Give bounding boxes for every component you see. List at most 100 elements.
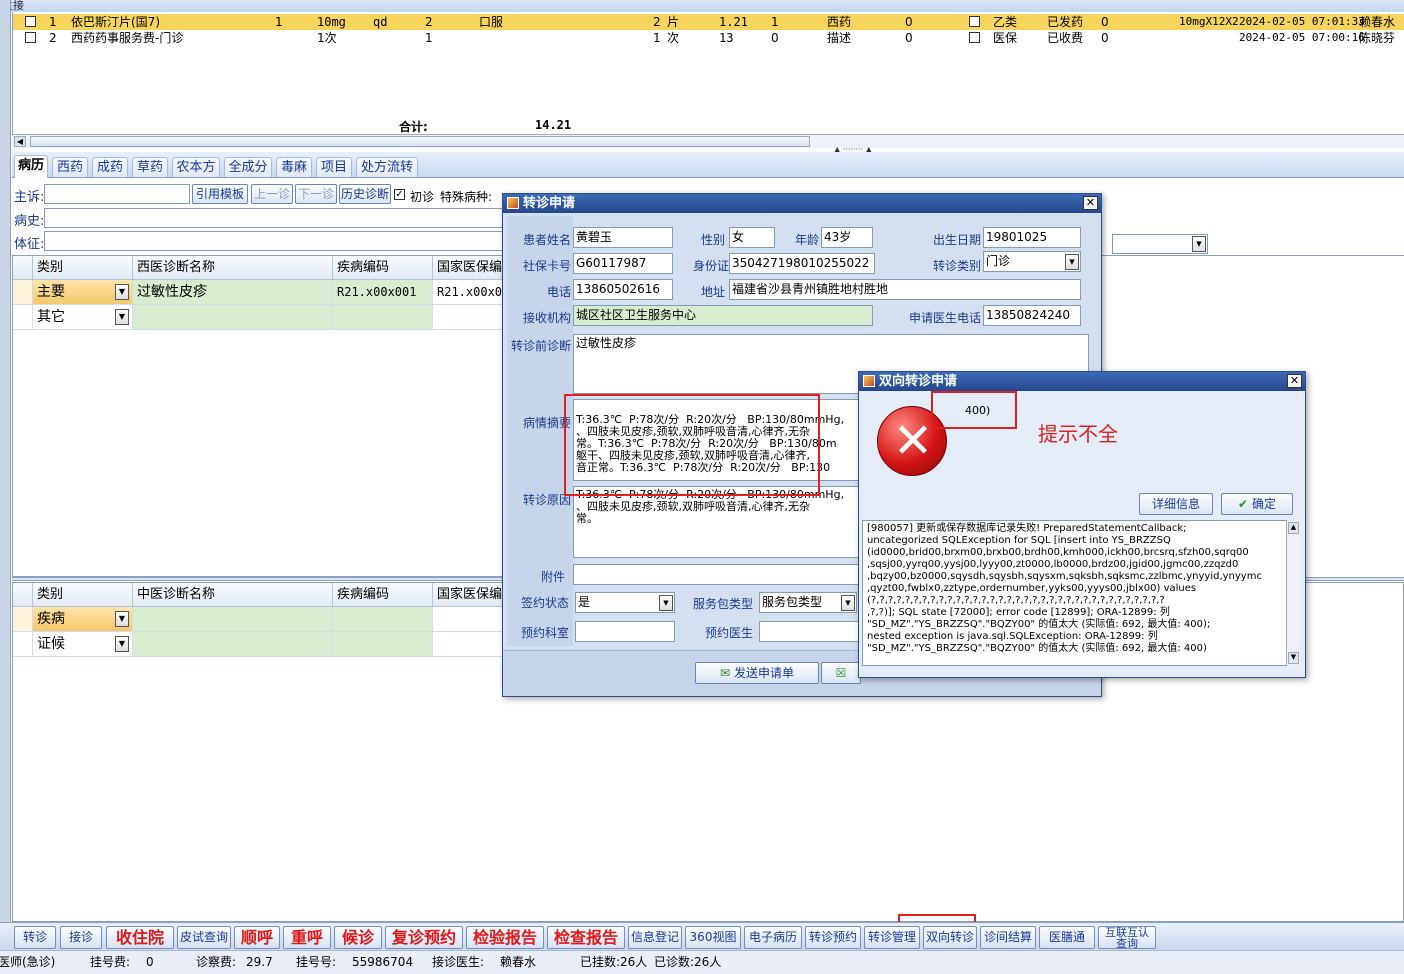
error-detail-text[interactable]: [980057] 更新或保存数据库记录失败! PreparedStatement… [862, 520, 1287, 666]
chevron-down-icon[interactable]: ▼ [1192, 236, 1206, 252]
two-way-referral-button[interactable]: 双向转诊 [923, 926, 977, 949]
lab-report-button[interactable]: 检验报告 [466, 926, 544, 949]
scroll-thumb[interactable] [30, 136, 810, 147]
scroll-up-arrow-icon[interactable]: ▲ [1288, 522, 1299, 534]
disease-code-cell[interactable] [333, 607, 433, 632]
next-visit-button[interactable]: 下一诊 [295, 184, 337, 204]
row-checkbox[interactable] [25, 32, 36, 43]
right-dropdown[interactable]: ▼ [1112, 234, 1208, 254]
table-row[interactable]: 1 依巴斯汀片(国7) 1 10mg qd 2 口服 2 片 1.21 1 西药… [13, 14, 1404, 30]
send-request-button[interactable]: ✉ 发送申请单 [695, 662, 819, 684]
ok-label: 确定 [1251, 497, 1276, 511]
status-role: 医师(急诊) [0, 955, 56, 969]
cancel-button[interactable]: ☒ [821, 662, 861, 684]
scroll-down-arrow-icon[interactable]: ▼ [1288, 652, 1299, 664]
chief-complaint-label: 主诉: [14, 190, 45, 205]
diagnosis-name-cell[interactable] [133, 632, 333, 657]
chevron-down-icon[interactable]: ▼ [115, 309, 129, 325]
exam-report-button[interactable]: 检查报告 [547, 926, 625, 949]
chevron-down-icon[interactable]: ▼ [115, 636, 129, 652]
chevron-down-icon[interactable]: ▼ [1065, 254, 1079, 270]
call-next-button[interactable]: 顺呼 [234, 926, 280, 949]
row-checkbox[interactable] [25, 16, 36, 27]
scroll-left-arrow-icon[interactable]: ◀ [14, 136, 26, 147]
chevron-down-icon[interactable]: ▼ [115, 284, 129, 300]
disease-code-cell[interactable]: R21.x00x001 [333, 280, 433, 305]
diagnosis-name-cell[interactable] [133, 607, 333, 632]
prev-visit-button[interactable]: 上一诊 [251, 184, 293, 204]
table-row[interactable]: 2 西药药事服务费-门诊 1次 1 1 次 13 0 描述 0 医保 已收费 0… [13, 30, 1404, 46]
sign-status-select[interactable]: 是 ▼ [575, 592, 675, 613]
chevron-down-icon[interactable]: ▼ [841, 595, 855, 611]
item-dose: 10mg [317, 15, 346, 29]
age-field[interactable]: 43岁 [821, 227, 873, 248]
item-days: 1 [425, 31, 433, 45]
appointment-doctor-field[interactable] [759, 621, 859, 642]
history-input[interactable] [44, 208, 504, 228]
left-sidebar-strip[interactable] [0, 0, 11, 950]
national-code-cell[interactable]: R21.x00x0 [433, 280, 505, 305]
follow-up-button[interactable]: 复诊预约 [385, 926, 463, 949]
tab-patent-drug[interactable]: 成药 [92, 157, 128, 177]
cite-template-button[interactable]: 引用模板 [192, 184, 248, 204]
clinic-settlement-button[interactable]: 诊间结算 [980, 926, 1036, 949]
tab-western-drug[interactable]: 西药 [52, 157, 88, 177]
mutual-recognition-button[interactable]: 互联互认 查询 [1098, 926, 1156, 949]
waiting-button[interactable]: 候诊 [334, 926, 382, 949]
referral-button[interactable]: 转诊 [14, 926, 56, 949]
row-checkbox-2[interactable] [969, 16, 980, 27]
emr-button[interactable]: 电子病历 [744, 926, 802, 949]
tab-full-ingredients[interactable]: 全成分 [224, 157, 272, 177]
address-field[interactable]: 福建省沙县青州镇胜地村胜地 [729, 279, 1081, 300]
attachment-label: 附件 [540, 570, 565, 584]
referral-appointment-button[interactable]: 转诊预约 [805, 926, 861, 949]
card-field[interactable]: G60117987 [573, 253, 673, 274]
national-code-cell[interactable] [433, 305, 505, 330]
admit-button[interactable]: 收住院 [106, 926, 174, 949]
tab-basic-prescription[interactable]: 农本方 [172, 157, 220, 177]
skin-test-button[interactable]: 皮试查询 [177, 926, 231, 949]
id-field[interactable]: 350427198010255022 [729, 253, 875, 274]
receive-button[interactable]: 接诊 [60, 926, 102, 949]
close-icon[interactable]: ✕ [1083, 196, 1098, 210]
referral-type-select[interactable]: 门诊 ▼ [983, 251, 1081, 272]
tab-items[interactable]: 项目 [316, 157, 352, 177]
row-no: 2 [49, 31, 57, 45]
recall-button[interactable]: 重呼 [283, 926, 331, 949]
tab-prescription-flow[interactable]: 处方流转 [356, 157, 418, 177]
row-checkbox-2[interactable] [969, 32, 980, 43]
first-visit-checkbox[interactable]: ✓ [394, 189, 405, 200]
referral-management-button[interactable]: 转诊管理 [864, 926, 920, 949]
diagnosis-name-cell[interactable]: 过敏性皮疹 [133, 280, 333, 305]
national-code-cell[interactable] [433, 607, 513, 632]
patient-name-field[interactable]: 黄碧玉 [573, 227, 673, 248]
orders-hscrollbar[interactable]: ◀ [12, 134, 1404, 148]
chevron-down-icon[interactable]: ▼ [659, 595, 673, 611]
diagnosis-name-cell[interactable] [133, 305, 333, 330]
exam-input[interactable] [44, 231, 504, 251]
error-detail-scrollbar[interactable]: ▲ ▼ [1286, 521, 1300, 665]
receiving-org-field[interactable]: 城区社区卫生服务中心 [573, 305, 873, 326]
sex-field[interactable]: 女 [729, 227, 775, 248]
birth-field[interactable]: 19801025 [983, 227, 1081, 248]
chevron-down-icon[interactable]: ▼ [115, 611, 129, 627]
appointment-dept-field[interactable] [575, 621, 675, 642]
doctor-value: 赖春水 [500, 955, 537, 969]
phone-field[interactable]: 13860502616 [573, 279, 673, 300]
view-360-button[interactable]: 360视图 [685, 926, 741, 949]
ok-button[interactable]: ✔ 确定 [1221, 493, 1293, 515]
doctor-phone-field[interactable]: 13850824240 [983, 305, 1081, 326]
info-register-button[interactable]: 信息登记 [628, 926, 682, 949]
national-code-cell[interactable] [433, 632, 513, 657]
details-button[interactable]: 详细信息 [1139, 493, 1213, 515]
close-icon[interactable]: ✕ [1287, 374, 1302, 388]
disease-code-cell[interactable] [333, 632, 433, 657]
package-type-select[interactable]: 服务包类型 ▼ [759, 592, 857, 613]
chief-complaint-input[interactable] [44, 184, 190, 204]
tab-narcotics[interactable]: 毒麻 [276, 157, 312, 177]
tab-record[interactable]: 病历 [14, 155, 48, 178]
diet-button[interactable]: 医膳通 [1039, 926, 1095, 949]
tab-herbal[interactable]: 草药 [132, 157, 168, 177]
disease-code-cell[interactable] [333, 305, 433, 330]
history-diagnosis-button[interactable]: 历史诊断 [339, 184, 391, 204]
